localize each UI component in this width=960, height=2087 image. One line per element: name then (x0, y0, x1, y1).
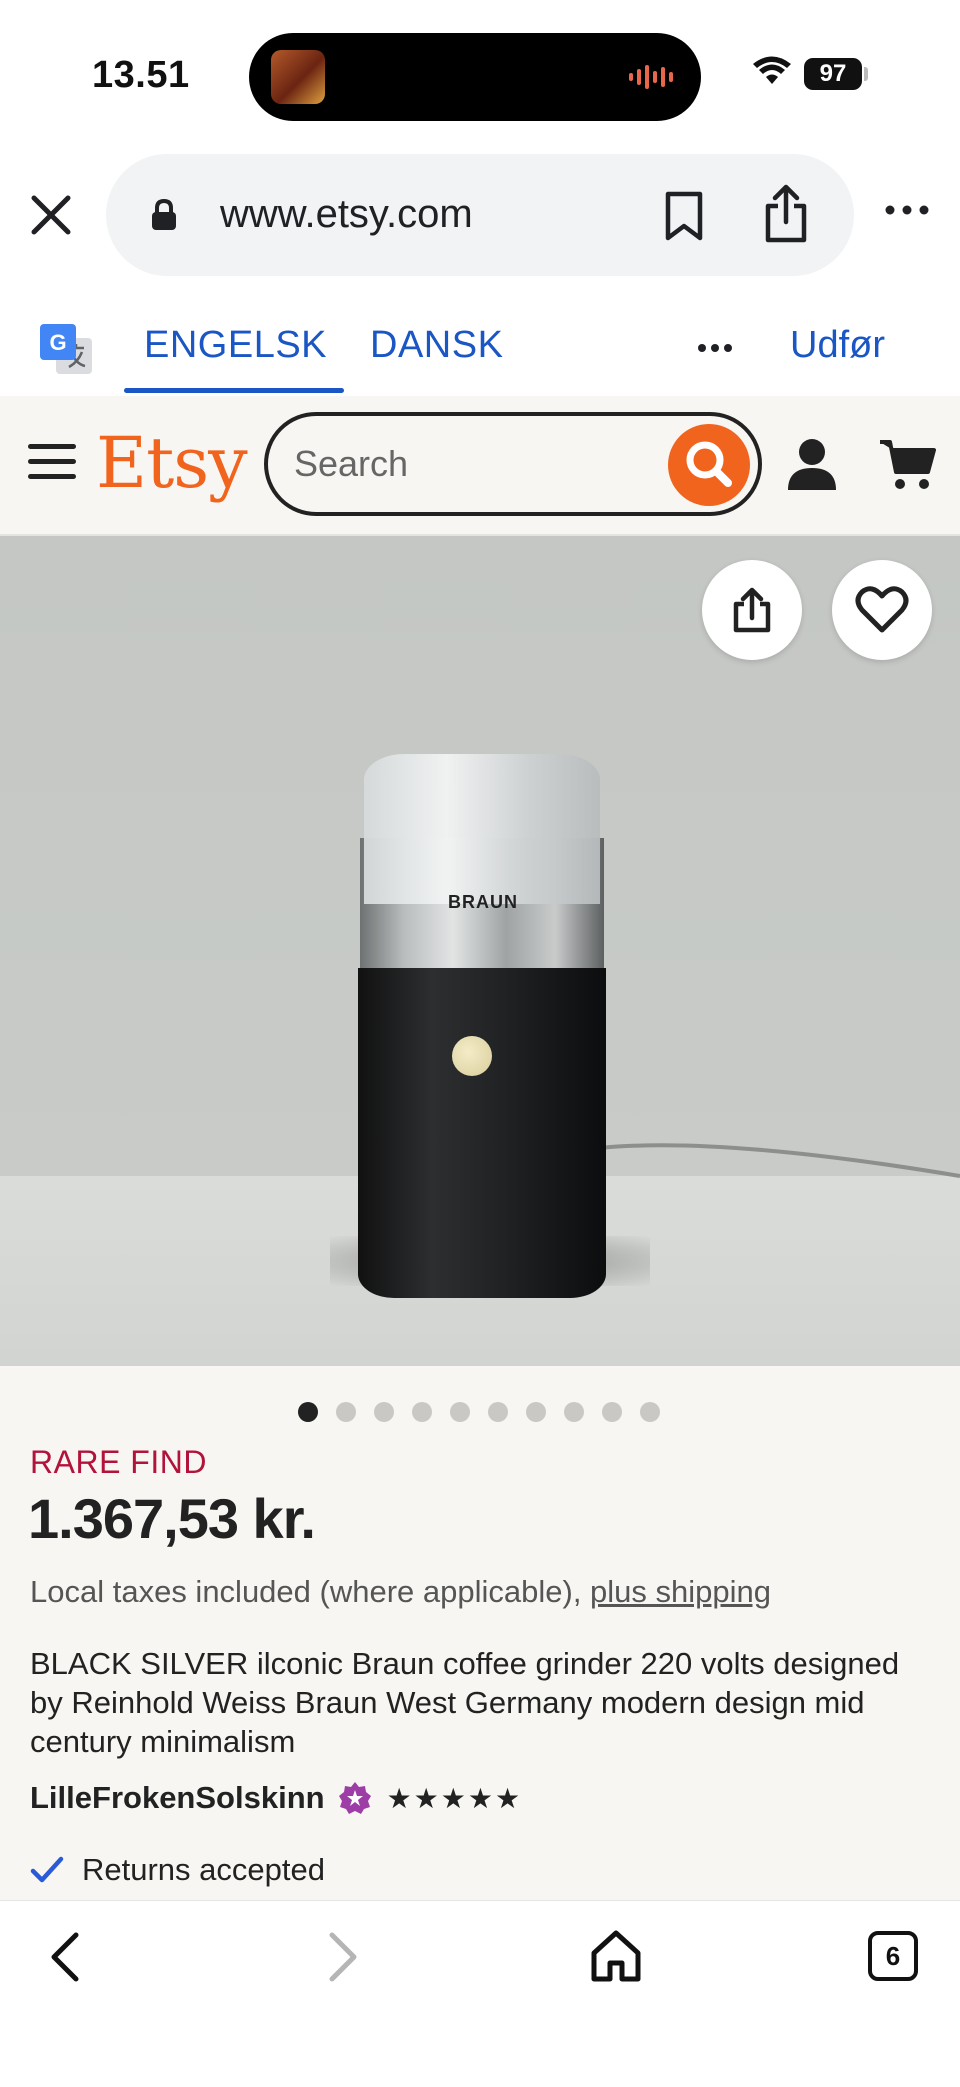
battery-indicator: 97 (804, 58, 862, 90)
bookmark-icon[interactable] (662, 190, 706, 242)
rare-find-badge: RARE FIND (30, 1444, 207, 1480)
tab-danish[interactable]: DANSK (370, 324, 503, 367)
etsy-header: Etsy (0, 396, 960, 536)
lock-icon (152, 198, 176, 230)
search-button[interactable] (668, 424, 750, 506)
menu-icon[interactable] (28, 444, 76, 484)
more-options-icon[interactable] (884, 200, 930, 220)
braun-logo: BRAUN (448, 892, 518, 912)
cart-icon[interactable] (878, 436, 936, 492)
tab-english[interactable]: ENGELSK (144, 324, 327, 367)
browser-toolbar: www.etsy.com (0, 150, 960, 278)
home-icon[interactable] (590, 1927, 642, 1983)
forward-icon[interactable] (322, 1929, 362, 1985)
active-tab-indicator (124, 388, 344, 393)
tax-text: Local taxes included (where applicable), (30, 1574, 591, 1609)
audio-waveform-icon (629, 63, 673, 91)
back-icon[interactable] (46, 1929, 86, 1985)
google-translate-icon[interactable]: G (38, 322, 94, 378)
returns-text: Returns accepted (82, 1852, 325, 1887)
tabs-button[interactable]: 6 (868, 1931, 918, 1981)
wifi-icon (753, 56, 791, 84)
translate-action-button[interactable]: Udfør (790, 324, 885, 367)
grinder-power-button (452, 1036, 492, 1076)
seller-name[interactable]: LilleFrokenSolskinn (30, 1780, 325, 1816)
search-icon (686, 441, 732, 487)
carousel-dot[interactable] (526, 1402, 546, 1422)
grinder-lid (364, 754, 600, 904)
translate-bar: G ENGELSK DANSK Udfør (0, 300, 960, 396)
carousel-dot[interactable] (564, 1402, 584, 1422)
rating-stars: ★★★★★ (386, 1782, 523, 1814)
now-playing-artwork (271, 50, 325, 104)
power-cord (600, 1143, 960, 1178)
tax-info: Local taxes included (where applicable),… (30, 1574, 771, 1610)
carousel-dot[interactable] (640, 1402, 660, 1422)
returns-row: Returns accepted (30, 1852, 325, 1888)
grinder-body (358, 968, 606, 1298)
search-box (264, 412, 762, 516)
star-seller-badge-icon (338, 1782, 371, 1814)
carousel-dot[interactable] (602, 1402, 622, 1422)
share-listing-button[interactable] (702, 560, 802, 660)
browser-bottom-nav: 6 (0, 1900, 960, 2087)
share-icon[interactable] (762, 184, 810, 244)
carousel-dot[interactable] (298, 1402, 318, 1422)
listing-price: 1.367,53 kr. (28, 1487, 316, 1550)
favorite-button[interactable] (832, 560, 932, 660)
dynamic-island[interactable] (249, 33, 701, 121)
user-icon[interactable] (786, 436, 838, 492)
status-time: 13.51 (92, 54, 190, 96)
svg-text:G: G (49, 330, 66, 355)
carousel-dot[interactable] (374, 1402, 394, 1422)
status-bar: 13.51 97 (0, 0, 960, 150)
check-icon (30, 1856, 64, 1883)
shipping-link[interactable]: plus shipping (590, 1574, 771, 1609)
listing-title: BLACK SILVER ilconic Braun coffee grinde… (30, 1646, 900, 1759)
carousel-dot[interactable] (336, 1402, 356, 1422)
battery-nub (864, 67, 868, 81)
address-bar[interactable]: www.etsy.com (106, 154, 854, 276)
heart-icon (855, 586, 909, 633)
carousel-dot[interactable] (488, 1402, 508, 1422)
carousel-dot[interactable] (412, 1402, 432, 1422)
search-input[interactable] (294, 440, 634, 488)
carousel-dot[interactable] (450, 1402, 470, 1422)
close-icon[interactable] (26, 190, 76, 240)
share-icon (733, 587, 771, 633)
etsy-logo[interactable]: Etsy (96, 422, 248, 504)
translate-more-icon[interactable] (697, 342, 733, 354)
seller-row: LilleFrokenSolskinn ★★★★★ (30, 1778, 522, 1818)
product-image[interactable]: BRAUN (0, 536, 960, 1366)
url-text: www.etsy.com (220, 192, 473, 236)
carousel-dots (298, 1402, 660, 1422)
listing-info: RARE FIND 1.367,53 kr. Local taxes inclu… (0, 1366, 960, 1900)
